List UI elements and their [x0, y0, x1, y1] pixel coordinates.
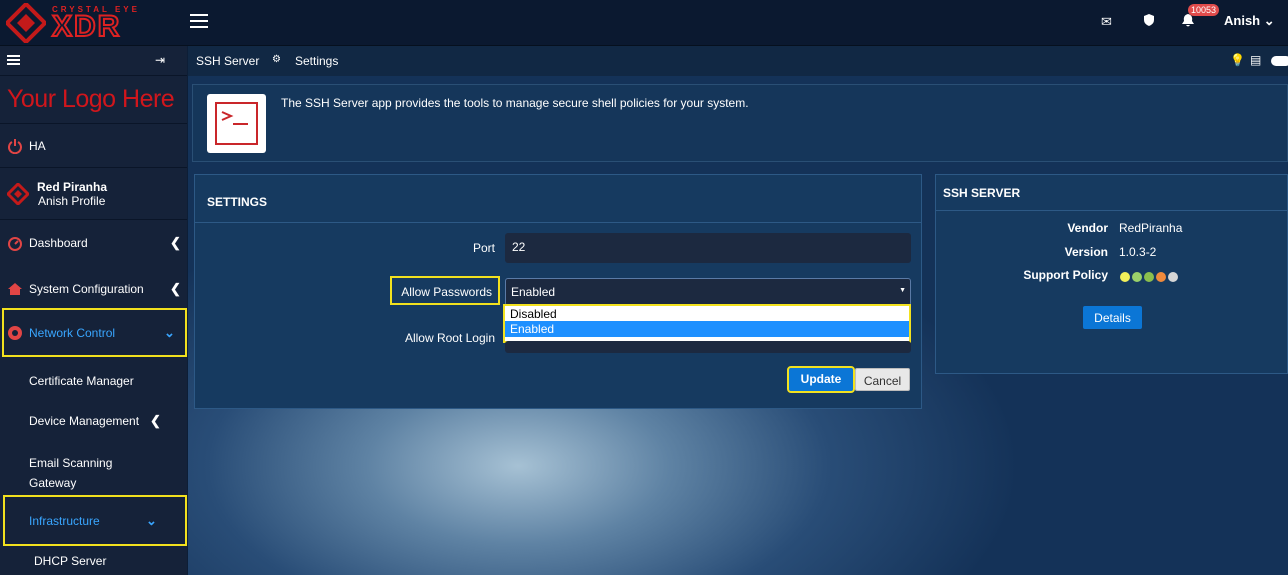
theme-toggle[interactable]: [1271, 56, 1288, 66]
sidebar-item-label: Network Control: [29, 325, 116, 340]
power-icon: [8, 138, 22, 154]
version-value: 1.0.3-2: [1119, 245, 1157, 259]
sidebar-item-label: HA: [29, 138, 46, 153]
allow-root-login-label: Allow Root Login: [404, 331, 495, 345]
home-icon: [8, 283, 22, 295]
brand-diamond-icon: [6, 3, 46, 43]
user-menu[interactable]: Anish ⌄: [1224, 13, 1275, 29]
sidebar-item-ha[interactable]: HA: [0, 124, 187, 168]
breadcrumb: SSH Server ⚙ Settings 💡 ▤: [188, 46, 1288, 76]
sidebar-item-dashboard[interactable]: Dashboard ❮: [0, 220, 187, 266]
profile-subtitle: Anish Profile: [38, 193, 106, 208]
custom-logo: Your Logo Here: [0, 76, 187, 124]
vendor-value: RedPiranha: [1119, 221, 1183, 235]
sidebar-item-label: Infrastructure: [29, 513, 100, 528]
profile-card[interactable]: Red Piranha Anish Profile: [0, 168, 187, 220]
brand-logo[interactable]: CRYSTAL EYE XDR: [6, 3, 158, 43]
breadcrumb-app[interactable]: SSH Server: [196, 54, 259, 68]
vendor-label: Vendor: [1067, 221, 1108, 235]
support-policy-dot: [1120, 272, 1130, 282]
breadcrumb-page: Settings: [295, 54, 339, 68]
sidebar-item-device-management[interactable]: Device Management ❮: [29, 413, 179, 429]
chevron-down-icon: ⌄: [164, 324, 175, 340]
support-policy-dot: [1156, 272, 1166, 282]
notification-badge: 10053: [1188, 4, 1220, 16]
app-info-banner: The SSH Server app provides the tools to…: [192, 84, 1288, 162]
chevron-left-icon: ❮: [170, 281, 181, 296]
mail-icon[interactable]: ✉: [1101, 14, 1112, 30]
sidebar-toolbar: ⇥: [0, 46, 187, 76]
allow-root-login-select[interactable]: [505, 341, 911, 353]
brand-name: XDR: [51, 10, 122, 43]
allow-passwords-select[interactable]: Enabled ▼: [505, 278, 911, 306]
book-icon[interactable]: ▤: [1250, 53, 1261, 67]
logout-icon[interactable]: ⇥: [155, 53, 165, 67]
app-description: The SSH Server app provides the tools to…: [281, 96, 749, 110]
settings-title: SETTINGS: [195, 175, 921, 223]
settings-panel: SETTINGS Port 22 Allow Passwords Enabled…: [194, 174, 922, 409]
top-bar: CRYSTAL EYE XDR ✉ 10053 Anish ⌄: [0, 0, 1288, 46]
ssh-server-title: SSH SERVER: [936, 175, 1287, 211]
lightbulb-icon[interactable]: 💡: [1230, 53, 1245, 67]
sidebar-item-infrastructure[interactable]: Infrastructure ⌄: [3, 495, 187, 546]
sidebar-item-label: Dashboard: [29, 236, 88, 250]
terminal-app-icon: [207, 94, 266, 153]
profile-name: Red Piranha: [37, 179, 108, 194]
sidebar: ⇥ Your Logo Here HA Red Piranha Anish Pr…: [0, 46, 187, 575]
details-button[interactable]: Details: [1083, 306, 1142, 329]
allow-passwords-options: Disabled Enabled: [503, 304, 911, 343]
port-label: Port: [472, 241, 495, 255]
sidebar-item-dhcp-server[interactable]: DHCP Server: [34, 553, 106, 569]
allow-passwords-label: Allow Passwords: [390, 276, 500, 305]
sidebar-item-label: Email Scanning Gateway: [29, 456, 113, 490]
support-policy-dot: [1132, 272, 1142, 282]
chevron-down-icon: ⌄: [1263, 13, 1275, 28]
version-label: Version: [1064, 245, 1108, 259]
chevron-down-icon: ⌄: [146, 512, 157, 528]
sidebar-item-certificate-manager[interactable]: Certificate Manager: [29, 373, 134, 389]
sidebar-item-network-control[interactable]: Network Control ⌄: [2, 308, 187, 357]
option-disabled[interactable]: Disabled: [505, 306, 909, 321]
support-policy-dot: [1144, 272, 1154, 282]
support-policy-indicator: [1120, 271, 1180, 285]
ssh-server-panel: SSH SERVER Vendor RedPiranha Version 1.0…: [935, 174, 1288, 374]
option-enabled[interactable]: Enabled: [505, 321, 909, 337]
sidebar-menu-icon[interactable]: [7, 55, 20, 65]
sidebar-item-system-configuration[interactable]: System Configuration ❮: [0, 266, 187, 312]
caret-down-icon: ▼: [899, 287, 906, 294]
cancel-button[interactable]: Cancel: [855, 368, 910, 391]
support-policy-label: Support Policy: [1023, 268, 1108, 282]
sidebar-item-label: System Configuration: [29, 282, 144, 296]
dashboard-icon: [8, 237, 22, 251]
user-name: Anish: [1224, 13, 1261, 28]
sidebar-item-label: DHCP Server: [34, 554, 107, 568]
network-icon: [8, 325, 22, 340]
chevron-left-icon: ❮: [170, 235, 181, 250]
sidebar-item-label: Certificate Manager: [29, 374, 134, 388]
breadcrumb-separator-icon: ⚙: [272, 54, 281, 65]
support-policy-dot: [1168, 272, 1178, 282]
update-button[interactable]: Update: [787, 366, 855, 393]
menu-toggle-icon[interactable]: [190, 14, 208, 28]
port-input[interactable]: 22: [505, 233, 911, 263]
sidebar-item-label: Device Management: [29, 414, 140, 428]
shield-icon[interactable]: [1143, 13, 1155, 27]
brand-diamond-icon: [7, 182, 29, 205]
sidebar-item-email-scanning-gateway[interactable]: Email Scanning Gateway: [29, 453, 129, 493]
allow-passwords-value: Enabled: [511, 285, 556, 299]
chevron-left-icon: ❮: [150, 413, 161, 428]
main-content: SSH Server ⚙ Settings 💡 ▤ The SSH Server…: [188, 46, 1288, 575]
